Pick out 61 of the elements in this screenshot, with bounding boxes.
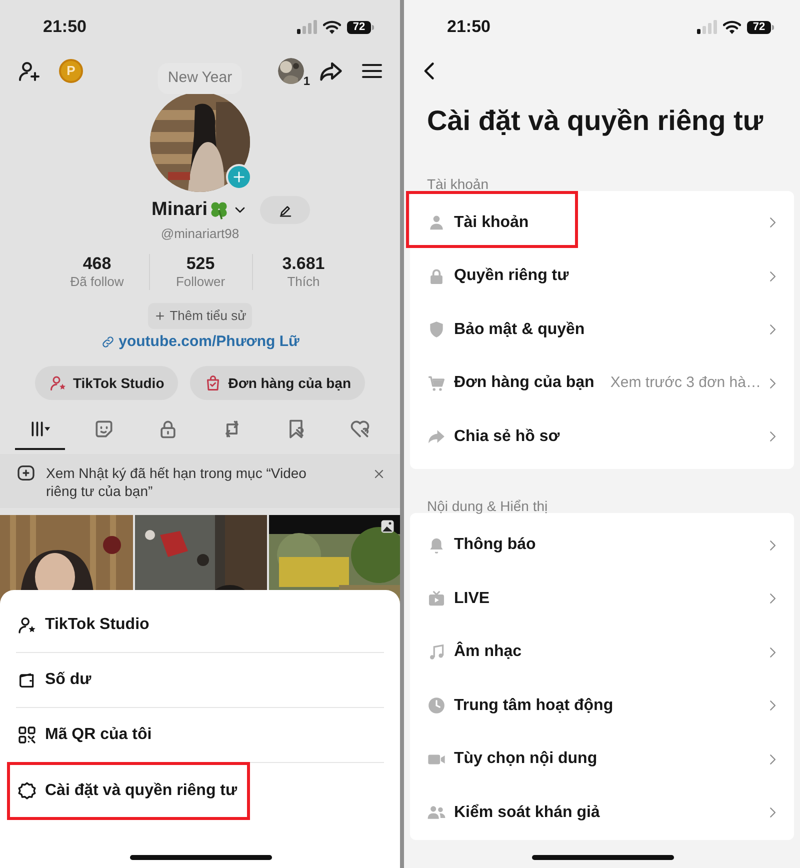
cart-icon	[427, 374, 446, 393]
add-icon	[16, 463, 36, 483]
sticker-icon	[93, 418, 115, 440]
stat-label: Đã follow	[70, 274, 124, 290]
menu-item[interactable]: Cài đặt và quyền riêng tư	[16, 763, 384, 818]
status-time: 21:50	[447, 17, 490, 37]
status-time: 21:50	[43, 17, 86, 37]
settings-icon	[17, 780, 37, 800]
clock-icon	[427, 696, 446, 716]
settings-row[interactable]: Chia sẻ hồ sơ	[410, 410, 794, 464]
settings-row[interactable]: Thông báo	[410, 518, 794, 572]
plus-icon	[154, 310, 166, 322]
profile-name: Minari	[152, 198, 208, 222]
stat-value[interactable]: 468	[82, 254, 112, 274]
tv-icon	[427, 589, 446, 608]
page-title: Cài đặt và quyền riêng tư	[427, 105, 764, 136]
settings-row[interactable]: Tùy chọn nội dung	[410, 732, 794, 786]
add-user-icon[interactable]	[17, 59, 41, 83]
edit-button[interactable]	[260, 196, 310, 224]
music-note-icon	[427, 642, 446, 662]
section-heading: Nội dung & Hiển thị	[427, 498, 548, 514]
row-detail: Xem trước 3 đơn hà…	[610, 373, 761, 393]
wifi-icon	[323, 20, 341, 34]
signal-icon	[697, 20, 717, 34]
settings-row[interactable]: Quyền riêng tư	[410, 250, 794, 303]
section-heading: Tài khoản	[427, 176, 488, 192]
settings-row[interactable]: Trung tâm hoạt động	[410, 679, 794, 732]
link-icon	[100, 335, 115, 349]
menu-item[interactable]: Số dư	[16, 653, 384, 708]
settings-row[interactable]: Kiểm soát khán giả	[410, 786, 794, 840]
heart-icon	[349, 418, 371, 440]
settings-row[interactable]: Đơn hàng của bạn Xem trước 3 đơn hà…	[410, 356, 794, 410]
stat-value[interactable]: 525	[186, 254, 215, 274]
user-star-icon	[17, 615, 37, 635]
battery-indicator: 72	[747, 20, 774, 34]
settings-row[interactable]: LIVE	[410, 572, 794, 626]
qr-code-icon	[17, 725, 37, 745]
stat-label: Follower	[176, 274, 226, 290]
menu-item[interactable]: TikTok Studio	[16, 598, 384, 653]
profile-link[interactable]: youtube.com/Phương Lữ	[100, 330, 300, 354]
status-bubble[interactable]: New Year	[158, 63, 242, 94]
settings-row[interactable]: Tài khoản	[410, 196, 794, 250]
stat-label: Thích	[287, 274, 320, 290]
menu-item[interactable]: Mã QR của tôi	[16, 708, 384, 763]
settings-row[interactable]: Bảo mật & quyền	[410, 303, 794, 356]
user-star-icon	[48, 374, 67, 392]
stat-value[interactable]: 3.681	[282, 254, 325, 274]
notice-text: Xem Nhật ký đã hết hạn trong mục “Video riêng tư của bạn”	[46, 464, 308, 500]
shield-icon	[427, 320, 446, 340]
wifi-icon	[723, 20, 741, 34]
notification-count: 1	[303, 75, 310, 87]
signal-icon	[297, 20, 317, 34]
close-icon[interactable]	[372, 467, 386, 481]
plus-icon	[231, 169, 247, 185]
add-bio-button[interactable]: Thêm tiểu sử	[148, 303, 252, 329]
profile-button[interactable]: TikTok Studio	[34, 366, 178, 400]
person-icon	[427, 213, 446, 232]
profile-handle: @minariart98	[160, 226, 240, 242]
settings-row[interactable]: Âm nhạc	[410, 626, 794, 679]
battery-indicator: 72	[347, 20, 374, 34]
profile-button[interactable]: Đơn hàng của bạn	[190, 366, 365, 400]
